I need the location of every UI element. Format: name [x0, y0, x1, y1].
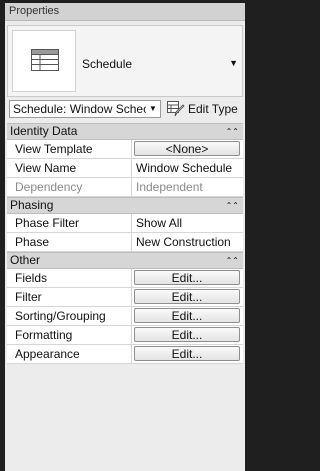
type-selector[interactable]: Schedule ▼ — [7, 25, 243, 97]
edit-type-icon — [167, 101, 185, 117]
property-label: Phase Filter — [7, 214, 132, 232]
property-row-formatting: Formatting Edit... — [7, 326, 243, 345]
property-value-cell: <None> — [132, 140, 243, 158]
formatting-edit-button[interactable]: Edit... — [134, 327, 240, 342]
property-row-phase: Phase New Construction — [7, 233, 243, 252]
view-name-field[interactable]: Window Schedule — [132, 159, 243, 177]
section-phasing[interactable]: Phasing ⌃⌃ — [7, 197, 243, 214]
section-title: Phasing — [10, 198, 54, 212]
property-row-view-name: View Name Window Schedule — [7, 159, 243, 178]
chevron-down-icon[interactable]: ▼ — [229, 58, 238, 68]
edit-type-button[interactable]: Edit Type — [167, 100, 238, 118]
collapse-icon[interactable]: ⌃⌃ — [226, 124, 239, 139]
property-row-dependency: Dependency Independent — [7, 178, 243, 197]
property-label: Formatting — [7, 326, 132, 344]
property-label: Phase — [7, 233, 132, 251]
properties-panel: Properties Schedule ▼ Schedule: Window S… — [5, 3, 245, 471]
phase-field[interactable]: New Construction — [132, 233, 243, 251]
type-preview — [12, 30, 76, 92]
property-row-filter: Filter Edit... — [7, 288, 243, 307]
instance-selector-value: Schedule: Window Schec — [13, 102, 150, 116]
filter-edit-button[interactable]: Edit... — [134, 289, 240, 304]
property-label: Sorting/Grouping — [7, 307, 132, 325]
property-label: Filter — [7, 288, 132, 306]
collapse-icon[interactable]: ⌃⌃ — [226, 253, 239, 268]
appearance-edit-button[interactable]: Edit... — [134, 346, 240, 361]
section-title: Identity Data — [10, 124, 78, 138]
property-row-appearance: Appearance Edit... — [7, 345, 243, 364]
properties-grid: Identity Data ⌃⌃ View Template <None> Vi… — [7, 123, 243, 364]
property-label: View Template — [7, 140, 132, 158]
property-value-cell: Edit... — [132, 288, 243, 306]
dependency-value: Independent — [136, 180, 203, 194]
property-label: Appearance — [7, 345, 132, 363]
section-title: Other — [10, 253, 41, 267]
property-row-phase-filter: Phase Filter Show All — [7, 214, 243, 233]
section-identity-data[interactable]: Identity Data ⌃⌃ — [7, 123, 243, 140]
section-other[interactable]: Other ⌃⌃ — [7, 252, 243, 269]
instance-selector-row: Schedule: Window Schec ▼ Edit Type — [7, 98, 243, 120]
property-value-cell: Edit... — [132, 307, 243, 325]
edit-type-label: Edit Type — [188, 102, 238, 116]
panel-title: Properties — [5, 3, 245, 21]
property-label: Fields — [7, 269, 132, 287]
property-value-cell: Edit... — [132, 326, 243, 344]
property-row-sorting-grouping: Sorting/Grouping Edit... — [7, 307, 243, 326]
collapse-icon[interactable]: ⌃⌃ — [226, 198, 239, 213]
property-value-cell: Edit... — [132, 269, 243, 287]
property-row-view-template: View Template <None> — [7, 140, 243, 159]
chevron-down-icon[interactable]: ▼ — [146, 101, 160, 117]
view-template-button[interactable]: <None> — [134, 141, 240, 156]
property-label: Dependency — [7, 178, 132, 196]
phase-filter-field[interactable]: Show All — [132, 214, 243, 232]
property-value-cell: Edit... — [132, 345, 243, 363]
schedule-icon — [31, 49, 59, 71]
sorting-grouping-edit-button[interactable]: Edit... — [134, 308, 240, 323]
fields-edit-button[interactable]: Edit... — [134, 270, 240, 285]
property-row-fields: Fields Edit... — [7, 269, 243, 288]
type-name: Schedule — [82, 57, 133, 71]
instance-selector[interactable]: Schedule: Window Schec ▼ — [9, 100, 161, 118]
property-label: View Name — [7, 159, 132, 177]
